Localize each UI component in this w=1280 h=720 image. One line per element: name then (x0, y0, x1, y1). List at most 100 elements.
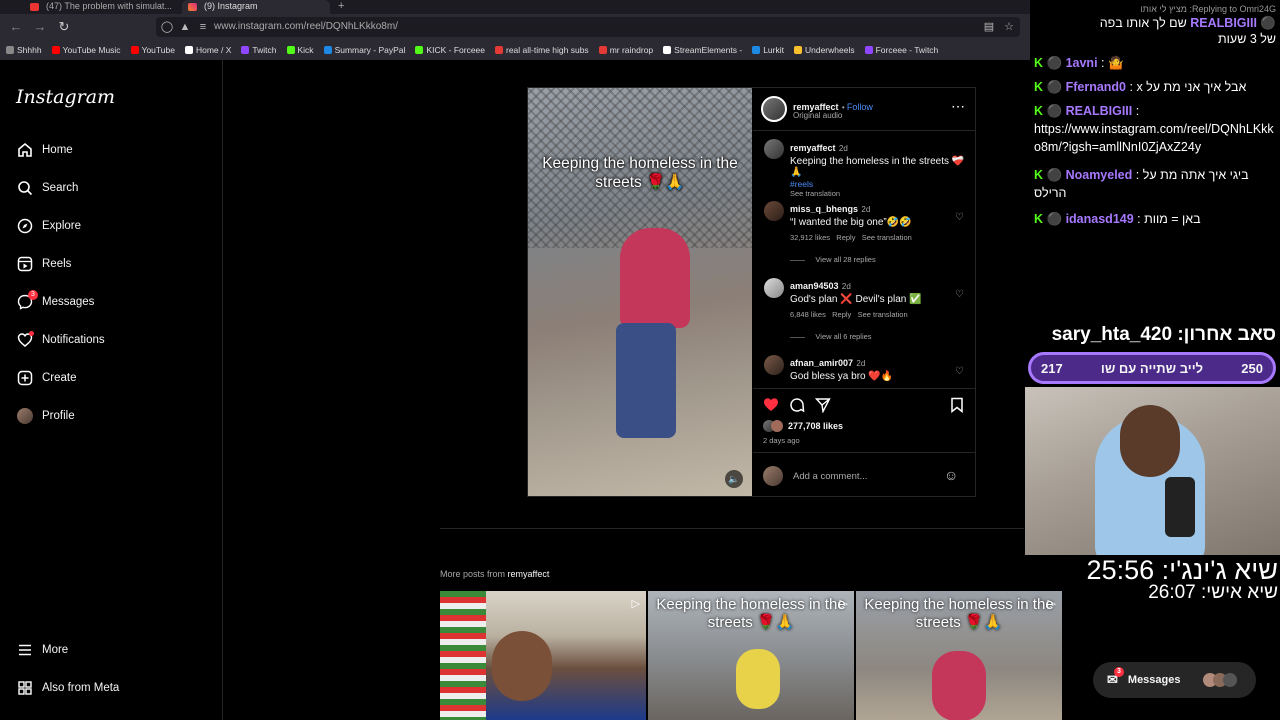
view-replies-link[interactable]: —— View all 6 replies (790, 332, 872, 341)
thumbnail-caption: Keeping the homeless in the streets 🌹🙏 (656, 596, 846, 631)
plus-icon (16, 370, 33, 387)
back-icon[interactable]: ← (8, 19, 24, 35)
url-text[interactable]: www.instagram.com/reel/DQNhLKkko8m/ (214, 21, 398, 32)
reply-button[interactable]: Reply (836, 233, 855, 242)
bookmark-item[interactable]: KICK - Forceee (415, 45, 485, 55)
nav-label: Explore (42, 220, 81, 232)
bookmark-item[interactable]: Lurkit (752, 45, 784, 55)
emoji-icon[interactable]: ☺ (944, 467, 958, 483)
nav-home[interactable]: Home (16, 138, 73, 162)
comment-avatar[interactable] (764, 278, 784, 298)
liker-avatar (771, 420, 783, 432)
add-comment-input[interactable]: Add a comment... (793, 471, 867, 482)
nav-search[interactable]: Search (16, 176, 78, 200)
new-tab-button[interactable]: + (338, 0, 344, 12)
comment-text: “I wanted the big one”🤣🤣 (790, 217, 912, 228)
nav-label: Reels (42, 258, 72, 270)
see-translation-link[interactable]: See translation (858, 310, 908, 319)
bookmark-item[interactable]: YouTube Music (51, 45, 121, 55)
nav-reels[interactable]: Reels (16, 252, 71, 276)
save-bookmark-icon[interactable] (950, 397, 964, 416)
more-posts-label: More posts from (440, 569, 506, 579)
chat-message: K ⚫ Noamyeled : ביגי איך אתה מת על הרילס (1034, 168, 1249, 200)
search-icon (16, 180, 33, 197)
see-translation-link[interactable]: See translation (790, 189, 970, 198)
bookmark-item[interactable]: StreamElements - (663, 45, 742, 55)
like-heart-icon[interactable] (763, 397, 779, 415)
reload-icon[interactable]: ↻ (56, 19, 72, 35)
comment-username[interactable]: miss_q_bhengs (790, 204, 858, 214)
comment-like-icon[interactable]: ♡ (955, 289, 964, 300)
bookmark-item[interactable]: YouTube (130, 45, 175, 55)
reel-video[interactable]: Keeping the homeless in the streets 🌹🙏 🔈 (528, 88, 752, 496)
comment-avatar[interactable] (764, 201, 784, 221)
caption-username[interactable]: remyaffect (790, 143, 836, 153)
see-translation-link[interactable]: See translation (862, 233, 912, 242)
bookmark-item[interactable]: Home / X (184, 45, 231, 55)
hashtag-link[interactable]: #reels (790, 179, 970, 189)
tab-youtube[interactable]: (47) The problem with simulat... (24, 0, 172, 14)
nav-label: More (42, 644, 69, 656)
bookmark-label: KICK - Forceee (426, 45, 485, 55)
comment-box-divider (753, 452, 975, 453)
caption-time: 2d (838, 144, 848, 153)
comment-icon[interactable] (789, 397, 805, 416)
view-replies-link[interactable]: —— View all 28 replies (790, 255, 876, 264)
webcam-feed (1025, 387, 1280, 555)
comment-username[interactable]: aman94503 (790, 281, 839, 291)
author-avatar[interactable] (761, 96, 787, 122)
more-post-thumbnail[interactable]: Keeping the homeless in the streets 🌹🙏 ▷ (856, 591, 1062, 720)
shield-icon[interactable]: ◯ (160, 20, 174, 34)
reels-icon: ▷ (839, 598, 848, 610)
messages-badge: 3 (28, 289, 38, 300)
comment-username[interactable]: afnan_amir007 (790, 358, 853, 368)
bookmark-star-icon[interactable]: ☆ (1002, 20, 1016, 34)
comment-like-icon[interactable]: ♡ (955, 212, 964, 223)
nav-explore[interactable]: Explore (16, 214, 81, 238)
permissions-icon[interactable]: ≡ (196, 20, 210, 34)
bookmark-item[interactable]: Summary - PayPal (323, 45, 405, 55)
nav-label: Create (42, 372, 77, 384)
lock-icon[interactable]: ▲ (178, 20, 192, 34)
personal-timer: שיא אישי: 26:07 (1148, 582, 1278, 603)
share-icon[interactable] (814, 397, 831, 416)
nav-create[interactable]: Create (16, 366, 77, 390)
likes-count[interactable]: 277,708 likes (788, 421, 843, 431)
bookmark-item[interactable]: Underwheels (793, 45, 855, 55)
url-bar[interactable]: ◯ ▲ ≡ www.instagram.com/reel/DQNhLKkko8m… (156, 17, 1020, 37)
tab-instagram[interactable]: (9) Instagram (182, 0, 330, 14)
comment-likes[interactable]: 6,848 likes (790, 310, 826, 319)
bookmark-item[interactable]: mr raindrop (598, 45, 653, 55)
nav-notifications[interactable]: Notifications (16, 328, 105, 352)
caption-avatar[interactable] (764, 139, 784, 159)
chat-message: K ⚫ 1avni : 🤷 (1034, 56, 1124, 70)
follow-button[interactable]: Follow (847, 102, 873, 112)
nav-profile[interactable]: Profile (16, 404, 75, 428)
audio-label[interactable]: Original audio (793, 111, 842, 120)
nav-messages[interactable]: 3 Messages (16, 289, 94, 314)
chat-badges: ⚫ (1046, 212, 1063, 226)
comment-like-icon[interactable]: ♡ (955, 366, 964, 377)
bookmark-item[interactable]: real all-time high subs (495, 45, 589, 55)
instagram-logo[interactable]: Instagram (16, 86, 115, 108)
bookmark-item[interactable]: Forceee - Twitch (864, 45, 938, 55)
nav-more[interactable]: More (16, 638, 68, 662)
more-post-thumbnail[interactable]: Keeping the homeless in the streets 🌹🙏 ▷ (648, 591, 854, 720)
more-post-thumbnail[interactable]: ▷ (440, 591, 646, 720)
more-options-icon[interactable]: ⋯ (951, 98, 965, 115)
nav-also-from-meta[interactable]: Also from Meta (16, 676, 119, 700)
comment-likes[interactable]: 32,912 likes (790, 233, 830, 242)
comment-avatar[interactable] (764, 355, 784, 375)
bookmark-item[interactable]: Shhhh (6, 45, 42, 55)
forward-icon[interactable]: → (32, 19, 48, 35)
reply-button[interactable]: Reply (832, 310, 851, 319)
speaker-icon[interactable]: 🔈 (725, 470, 743, 488)
compass-icon (16, 218, 33, 235)
more-posts-author[interactable]: remyaffect (508, 569, 550, 579)
video-scene (616, 323, 676, 438)
reader-view-icon[interactable]: ▤ (982, 20, 996, 34)
bookmark-favicon-icon (241, 46, 250, 54)
bookmark-item[interactable]: Twitch (241, 45, 277, 55)
messages-floating-button[interactable]: ✉ 3 Messages (1093, 662, 1256, 698)
bookmark-item[interactable]: Kick (286, 45, 314, 55)
